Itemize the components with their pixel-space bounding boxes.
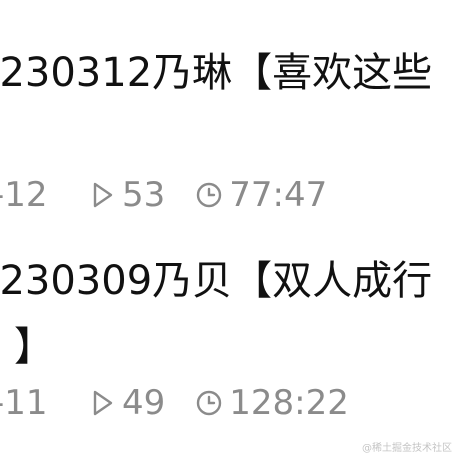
duration-value: 128:22 [229, 383, 349, 423]
video-list-item[interactable]: 0230312乃琳【喜欢这些 】 -12 53 77:47 [0, 40, 460, 215]
video-title[interactable]: 0230309乃贝【双人成行 [0, 248, 434, 314]
play-count-value: 53 [122, 175, 166, 215]
play-count: 49 [92, 383, 165, 423]
video-title-continued[interactable]: ！】 [0, 314, 434, 380]
video-title[interactable]: 0230312乃琳【喜欢这些 [0, 40, 434, 106]
play-triangle-icon [92, 389, 114, 417]
video-meta: -12 53 77:47 [0, 170, 327, 220]
duration-value: 77:47 [229, 175, 328, 215]
video-duration: 77:47 [195, 175, 327, 215]
video-title-continued[interactable]: 】 [0, 106, 434, 172]
play-triangle-icon [92, 181, 114, 209]
clock-icon [195, 181, 223, 209]
play-count-value: 49 [122, 383, 166, 423]
video-duration: 128:22 [195, 383, 349, 423]
video-list: 0230312乃琳【喜欢这些 】 -12 53 77:47 [0, 0, 460, 460]
video-meta: -11 49 128:22 [0, 378, 349, 428]
clock-icon [195, 389, 223, 417]
watermark: @稀土掘金技术社区 [362, 443, 452, 454]
publish-date: -12 [0, 175, 48, 215]
video-list-item[interactable]: 0230309乃贝【双人成行 ！】 -11 49 128: [0, 248, 460, 423]
publish-date: -11 [0, 383, 48, 423]
play-count: 53 [92, 175, 165, 215]
